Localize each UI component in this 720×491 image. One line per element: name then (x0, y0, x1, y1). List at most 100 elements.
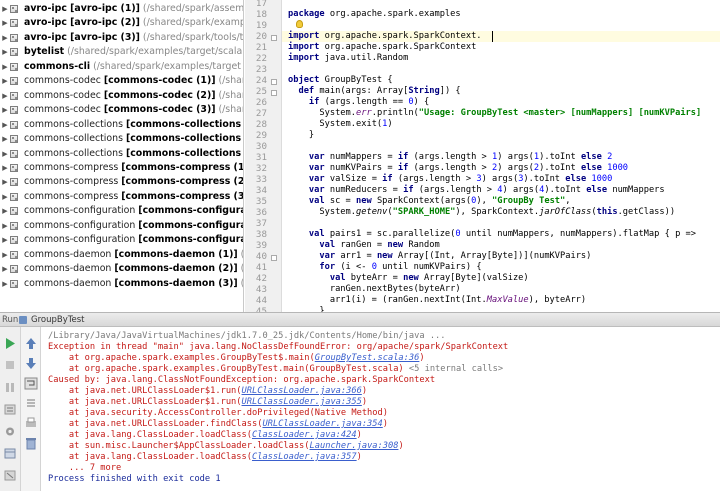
expand-arrow-icon[interactable]: ▶ (1, 233, 9, 247)
code-editor[interactable]: package org.apache.spark.examples import… (282, 0, 720, 312)
tree-item[interactable]: ▶ avro-ipc [avro-ipc (2)] (/shared/spark/… (0, 16, 243, 30)
run-tool-window-header: Run GroupByTest (0, 312, 720, 327)
expand-arrow-icon[interactable]: ▶ (1, 219, 9, 233)
expand-arrow-icon[interactable]: ▶ (1, 204, 9, 218)
code-line: import java.util.Random (288, 53, 409, 63)
print-icon[interactable] (24, 417, 38, 430)
expand-arrow-icon[interactable]: ▶ (1, 74, 9, 88)
scroll-to-end-icon[interactable] (24, 397, 38, 410)
tree-item[interactable]: ▶ commons-codec [commons-codec (2)] (/sha… (0, 89, 243, 103)
tree-item[interactable]: ▶ bytelist (/shared/spark/examples/target… (0, 45, 243, 59)
dump-threads-icon[interactable] (3, 403, 17, 416)
fold-marker-icon[interactable] (271, 35, 277, 41)
tree-item-label: commons-daemon [commons-daemon (2)] (/s (24, 263, 244, 275)
line-number: 26 (255, 97, 267, 108)
arrow-up-icon[interactable] (24, 337, 38, 350)
tree-item[interactable]: ▶ commons-daemon [commons-daemon (2)] (/s (0, 262, 243, 276)
ide-window: ▶ avro-ipc [avro-ipc (1)] (/shared/spark/… (0, 0, 720, 491)
stacktrace-link[interactable]: ClassLoader.java:424 (252, 430, 357, 440)
library-icon (10, 207, 18, 216)
tree-item[interactable]: ▶ commons-daemon [commons-daemon (1)] (/s (0, 248, 243, 262)
library-icon (10, 178, 18, 187)
tree-item[interactable]: ▶ commons-compress [commons-compress (1)] (0, 161, 243, 175)
line-number: 27 (255, 108, 267, 119)
expand-arrow-icon[interactable]: ▶ (1, 262, 9, 276)
code-line: import org.apache.spark.SparkContext. (288, 31, 482, 41)
arrow-down-icon[interactable] (24, 357, 38, 370)
line-number: 43 (255, 284, 267, 295)
settings-icon[interactable] (3, 425, 17, 438)
expand-arrow-icon[interactable]: ▶ (1, 147, 9, 161)
library-icon (10, 221, 18, 230)
fold-marker-icon[interactable] (271, 255, 277, 261)
expand-arrow-icon[interactable]: ▶ (1, 16, 9, 30)
tree-item[interactable]: ▶ avro-ipc [avro-ipc (1)] (/shared/spark/… (0, 2, 243, 16)
library-icon (10, 236, 18, 245)
code-line: System.err.println("Usage: GroupByTest <… (319, 108, 702, 118)
fold-marker-icon[interactable] (271, 79, 277, 85)
run-console[interactable]: /Library/Java/JavaVirtualMachines/jdk1.7… (41, 327, 720, 491)
console-line: at java.lang.ClassLoader.loadClass(Class… (48, 430, 362, 440)
line-number: 18 (255, 9, 267, 20)
code-line: var numMappers = if (args.length > 1) ar… (308, 152, 613, 162)
expand-arrow-icon[interactable]: ▶ (1, 118, 9, 132)
tree-item[interactable]: ▶ commons-configuration [commons-configur… (0, 233, 243, 247)
tree-item[interactable]: ▶ commons-codec [commons-codec (3)] (/sha… (0, 103, 243, 117)
tree-item[interactable]: ▶ commons-codec [commons-codec (1)] (/sha… (0, 74, 243, 88)
console-line: at java.security.AccessController.doPriv… (48, 408, 388, 418)
close-run-icon[interactable] (3, 469, 17, 482)
expand-arrow-icon[interactable]: ▶ (1, 190, 9, 204)
tree-item-label: commons-cli (/shared/spark/examples/targ… (24, 60, 241, 72)
run-toolbar-primary (0, 327, 21, 491)
stacktrace-link[interactable]: URLClassLoader.java:366 (242, 386, 362, 396)
lightbulb-icon[interactable] (296, 20, 303, 28)
expand-arrow-icon[interactable]: ▶ (1, 103, 9, 117)
tree-item[interactable]: ▶ commons-collections [commons-collection… (0, 132, 243, 146)
process-finished-message: Process finished with exit code 1 (48, 474, 221, 484)
code-line: } (308, 130, 315, 140)
pause-icon[interactable] (3, 381, 17, 394)
stacktrace-link[interactable]: URLClassLoader.java:355 (242, 397, 362, 407)
tree-item[interactable]: ▶ avro-ipc [avro-ipc (3)] (/shared/spark/… (0, 31, 243, 45)
tree-item-label: commons-compress [commons-compress (2)] (24, 176, 244, 188)
line-number: 38 (255, 229, 267, 240)
stop-icon[interactable] (3, 359, 17, 372)
expand-arrow-icon[interactable]: ▶ (1, 248, 9, 262)
expand-arrow-icon[interactable]: ▶ (1, 89, 9, 103)
soft-wrap-icon[interactable] (24, 377, 38, 390)
tree-item[interactable]: ▶ commons-cli (/shared/spark/examples/tar… (0, 60, 243, 74)
tree-item[interactable]: ▶ commons-compress [commons-compress (3)] (0, 190, 243, 204)
tree-item-label: commons-collections [commons-collections… (24, 118, 244, 130)
layout-icon[interactable] (3, 447, 17, 460)
fold-marker-icon[interactable] (271, 90, 277, 96)
code-line: arr1(i) = (ranGen.nextInt(Int.MaxValue),… (329, 295, 587, 305)
run-tab-groupbytest[interactable]: GroupByTest (31, 314, 84, 326)
expand-arrow-icon[interactable]: ▶ (1, 45, 9, 59)
tree-item[interactable]: ▶ commons-configuration [commons-configur… (0, 204, 243, 218)
expand-arrow-icon[interactable]: ▶ (1, 175, 9, 189)
stacktrace-link[interactable]: Launcher.java:308 (310, 441, 399, 451)
clear-all-icon[interactable] (24, 437, 38, 450)
tree-item[interactable]: ▶ commons-collections [commons-collection… (0, 147, 243, 161)
editor-gutter[interactable]: 17 18 19 20 21 22 23 24 25 26 27 28 29 30 31 32 33 34 35 36… (245, 0, 282, 312)
expand-arrow-icon[interactable]: ▶ (1, 132, 9, 146)
project-tree[interactable]: ▶ avro-ipc [avro-ipc (1)] (/shared/spark/… (0, 0, 244, 312)
expand-arrow-icon[interactable]: ▶ (1, 60, 9, 74)
expand-arrow-icon[interactable]: ▶ (1, 161, 9, 175)
tree-item[interactable]: ▶ commons-daemon [commons-daemon (3)] (/s (0, 277, 243, 291)
console-line: at org.apache.spark.examples.GroupByTest… (48, 353, 425, 363)
stacktrace-link[interactable]: GroupByTest.scala:36 (315, 353, 420, 363)
stacktrace-link[interactable]: ClassLoader.java:357 (252, 452, 357, 462)
tree-item[interactable]: ▶ commons-configuration [commons-configur… (0, 219, 243, 233)
code-line: ranGen.nextBytes(byteArr) (329, 284, 461, 294)
expand-arrow-icon[interactable]: ▶ (1, 277, 9, 291)
console-line: Caused by: java.lang.ClassNotFoundExcept… (48, 375, 436, 385)
expand-arrow-icon[interactable]: ▶ (1, 2, 9, 16)
expand-arrow-icon[interactable]: ▶ (1, 31, 9, 45)
stacktrace-link[interactable]: URLClassLoader.java:354 (262, 419, 382, 429)
rerun-icon[interactable] (3, 337, 17, 350)
code-line: val byteArr = new Array[Byte](valSize) (329, 273, 529, 283)
line-number: 39 (255, 240, 267, 251)
tree-item[interactable]: ▶ commons-collections [commons-collection… (0, 118, 243, 132)
tree-item[interactable]: ▶ commons-compress [commons-compress (2)] (0, 175, 243, 189)
